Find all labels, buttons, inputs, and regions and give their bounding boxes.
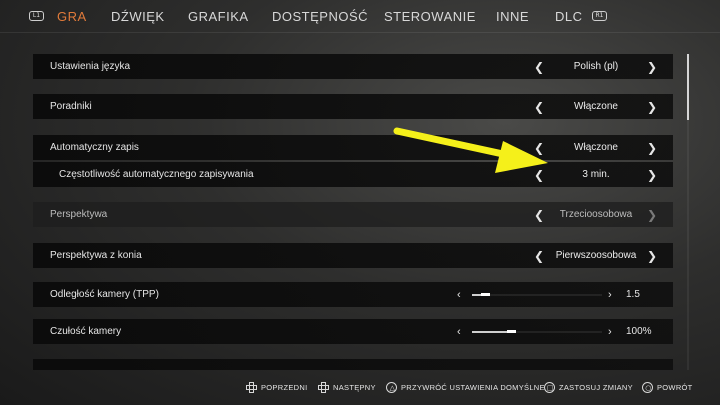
chevron-left-icon[interactable]: ❮ <box>534 249 544 263</box>
tab-gra[interactable]: GRA <box>57 9 87 24</box>
tab-bar: L1 GRA DŹWIĘK GRAFIKA DOSTĘPNOŚĆ STEROWA… <box>0 0 720 32</box>
chevron-right-icon[interactable]: › <box>608 289 612 301</box>
chevron-left-icon[interactable]: ‹ <box>457 289 461 301</box>
setting-row-tutorials[interactable]: Poradniki ❮ Włączone ❯ <box>33 94 673 119</box>
dpad-right-icon <box>318 382 329 393</box>
l1-shoulder-icon[interactable]: L1 <box>29 11 44 21</box>
chevron-right-icon[interactable]: ❯ <box>647 141 657 155</box>
reset-defaults-hint[interactable]: △ PRZYWRÓĆ USTAWIENIA DOMYŚLNE <box>386 382 545 393</box>
setting-value: Włączone <box>574 142 618 153</box>
slider-fill <box>472 331 511 333</box>
chevron-left-icon[interactable]: ❮ <box>534 60 544 74</box>
hint-label: POWRÓT <box>657 383 693 392</box>
hint-label: POPRZEDNI <box>261 383 308 392</box>
chevron-left-icon[interactable]: ❮ <box>534 168 544 182</box>
setting-value: Włączone <box>574 101 618 112</box>
setting-label: Automatyczny zapis <box>50 142 139 153</box>
next-hint[interactable]: NASTĘPNY <box>318 382 376 393</box>
hint-label: NASTĘPNY <box>333 383 376 392</box>
chevron-right-icon[interactable]: ❯ <box>647 168 657 182</box>
setting-label: Częstotliwość automatycznego zapisywania <box>59 169 254 180</box>
chevron-left-icon[interactable]: ‹ <box>457 326 461 338</box>
slider-thumb[interactable] <box>481 293 490 296</box>
setting-label: Poradniki <box>50 101 92 112</box>
setting-row-autosave[interactable]: Automatyczny zapis ❮ Włączone ❯ <box>33 135 673 160</box>
hint-label: PRZYWRÓĆ USTAWIENIA DOMYŚLNE <box>401 383 545 392</box>
circle-button-icon: ○ <box>642 382 653 393</box>
setting-label: Perspektywa <box>50 209 108 220</box>
chevron-right-icon[interactable]: ❯ <box>647 208 657 222</box>
chevron-right-icon[interactable]: ❯ <box>647 100 657 114</box>
tab-dostepnosc[interactable]: DOSTĘPNOŚĆ <box>272 9 368 24</box>
slider-value: 100% <box>626 326 652 337</box>
slider-thumb[interactable] <box>507 330 516 333</box>
setting-row-language[interactable]: Ustawienia języka ❮ Polish (pl) ❯ <box>33 54 673 79</box>
setting-label: Odległość kamery (TPP) <box>50 289 159 300</box>
setting-label: Czułość kamery <box>50 326 122 337</box>
setting-value: 3 min. <box>582 169 610 180</box>
setting-row-perspective[interactable]: Perspektywa ❮ Trzecioosobowa ❯ <box>33 202 673 227</box>
back-hint[interactable]: ○ POWRÓT <box>642 382 693 393</box>
slider-value: 1.5 <box>626 289 640 300</box>
setting-label: Ustawienia języka <box>50 61 131 72</box>
chevron-left-icon[interactable]: ❮ <box>534 141 544 155</box>
tab-dlc[interactable]: DLC <box>555 9 583 24</box>
setting-value: Polish (pl) <box>573 61 619 72</box>
triangle-button-icon: △ <box>386 382 397 393</box>
setting-row-autosave-frequency[interactable]: Częstotliwość automatycznego zapisywania… <box>33 162 673 187</box>
scrollbar-thumb[interactable] <box>687 54 689 120</box>
apply-changes-hint[interactable]: □ ZASTOSUJ ZMIANY <box>544 382 633 393</box>
setting-row-camera-distance[interactable]: Odległość kamery (TPP) ‹ › 1.5 <box>33 282 673 307</box>
chevron-right-icon[interactable]: ❯ <box>647 249 657 263</box>
tab-divider <box>0 32 720 33</box>
setting-row-partial[interactable] <box>33 359 673 370</box>
tab-grafika[interactable]: GRAFIKA <box>188 9 249 24</box>
tab-inne[interactable]: INNE <box>496 9 529 24</box>
setting-value: Trzecioosobowa <box>559 209 633 220</box>
chevron-right-icon[interactable]: ❯ <box>647 60 657 74</box>
dpad-left-icon <box>246 382 257 393</box>
hint-label: ZASTOSUJ ZMIANY <box>559 383 633 392</box>
setting-row-camera-sensitivity[interactable]: Czułość kamery ‹ › 100% <box>33 319 673 344</box>
camera-sensitivity-slider[interactable] <box>472 330 602 333</box>
chevron-right-icon[interactable]: › <box>608 326 612 338</box>
button-hints: POPRZEDNI NASTĘPNY △ PRZYWRÓĆ USTAWIENIA… <box>0 380 720 398</box>
camera-distance-slider[interactable] <box>472 293 602 296</box>
chevron-left-icon[interactable]: ❮ <box>534 100 544 114</box>
previous-hint[interactable]: POPRZEDNI <box>246 382 307 393</box>
square-button-icon: □ <box>544 382 555 393</box>
settings-list: Ustawienia języka ❮ Polish (pl) ❯ Poradn… <box>33 52 673 370</box>
setting-label: Perspektywa z konia <box>50 250 142 261</box>
tab-dzwiek[interactable]: DŹWIĘK <box>111 9 165 24</box>
r1-shoulder-icon[interactable]: R1 <box>592 11 607 21</box>
setting-value: Pierwszoosobowa <box>555 250 637 261</box>
tab-sterowanie[interactable]: STEROWANIE <box>384 9 476 24</box>
setting-row-horse-perspective[interactable]: Perspektywa z konia ❮ Pierwszoosobowa ❯ <box>33 243 673 268</box>
chevron-left-icon[interactable]: ❮ <box>534 208 544 222</box>
